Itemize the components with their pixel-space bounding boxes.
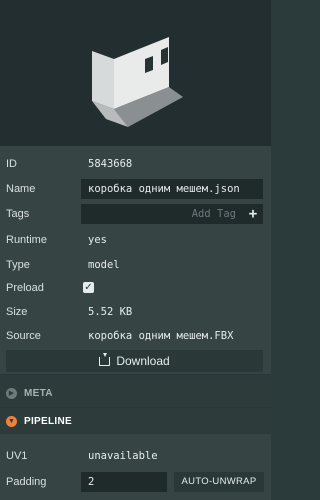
preload-checkbox[interactable]: ✓ <box>83 282 94 293</box>
padding-input[interactable]: 2 <box>81 472 167 492</box>
pipeline-section-title: PIPELINE <box>24 416 72 427</box>
size-value: 5.52 KB <box>88 306 133 318</box>
divider <box>0 374 271 375</box>
preload-row: Preload ✓ <box>0 276 271 300</box>
padding-value: 2 <box>88 476 95 488</box>
type-label: Type <box>6 259 30 271</box>
source-value: коробка одним мешем.FBX <box>88 330 234 342</box>
runtime-label: Runtime <box>6 234 47 246</box>
divider <box>0 407 271 408</box>
asset-properties: ID 5843668 Name коробка одним мешем.json… <box>0 146 271 374</box>
uv1-row: UV1 unavailable <box>0 444 271 468</box>
expand-arrow-icon: ▶ <box>6 388 17 399</box>
pipeline-section-header[interactable]: ▼ PIPELINE <box>0 409 271 435</box>
uv1-value: unavailable <box>88 450 158 462</box>
collapse-arrow-icon: ▼ <box>6 416 17 427</box>
download-icon <box>99 353 111 366</box>
runtime-row: Runtime yes <box>0 228 271 252</box>
id-label: ID <box>6 158 17 170</box>
source-label: Source <box>6 330 41 342</box>
id-value: 5843668 <box>88 158 133 170</box>
name-value: коробка одним мешем.json <box>88 183 240 195</box>
pipeline-properties: UV1 unavailable Padding 2 AUTO-UNWRAP <box>0 434 271 500</box>
runtime-value: yes <box>88 234 107 246</box>
name-row: Name коробка одним мешем.json <box>0 177 271 201</box>
model-thumbnail <box>92 37 183 127</box>
tags-label: Tags <box>6 208 30 220</box>
tags-input[interactable]: Add Tag + <box>81 204 263 224</box>
meta-section-title: META <box>24 388 53 399</box>
type-row: Type model <box>0 253 271 277</box>
padding-label: Padding <box>6 476 47 488</box>
preload-label: Preload <box>6 282 44 294</box>
auto-unwrap-label: AUTO-UNWRAP <box>181 476 257 487</box>
auto-unwrap-button[interactable]: AUTO-UNWRAP <box>174 472 264 492</box>
model-preview <box>0 0 271 146</box>
padding-row: Padding 2 AUTO-UNWRAP <box>0 470 271 494</box>
name-field[interactable]: коробка одним мешем.json <box>81 179 263 199</box>
meta-section-header[interactable]: ▶ META <box>0 381 271 407</box>
tags-placeholder: Add Tag <box>191 208 236 220</box>
size-row: Size 5.52 KB <box>0 300 271 324</box>
type-value: model <box>88 259 120 271</box>
download-button[interactable]: Download <box>6 350 263 372</box>
name-label: Name <box>6 183 36 195</box>
source-row: Source коробка одним мешем.FBX <box>0 324 271 348</box>
download-label: Download <box>116 354 170 368</box>
add-tag-icon[interactable]: + <box>243 204 263 224</box>
tags-row: Tags Add Tag + <box>0 202 271 226</box>
uv1-label: UV1 <box>6 450 28 462</box>
id-row: ID 5843668 <box>0 152 271 176</box>
size-label: Size <box>6 306 28 318</box>
